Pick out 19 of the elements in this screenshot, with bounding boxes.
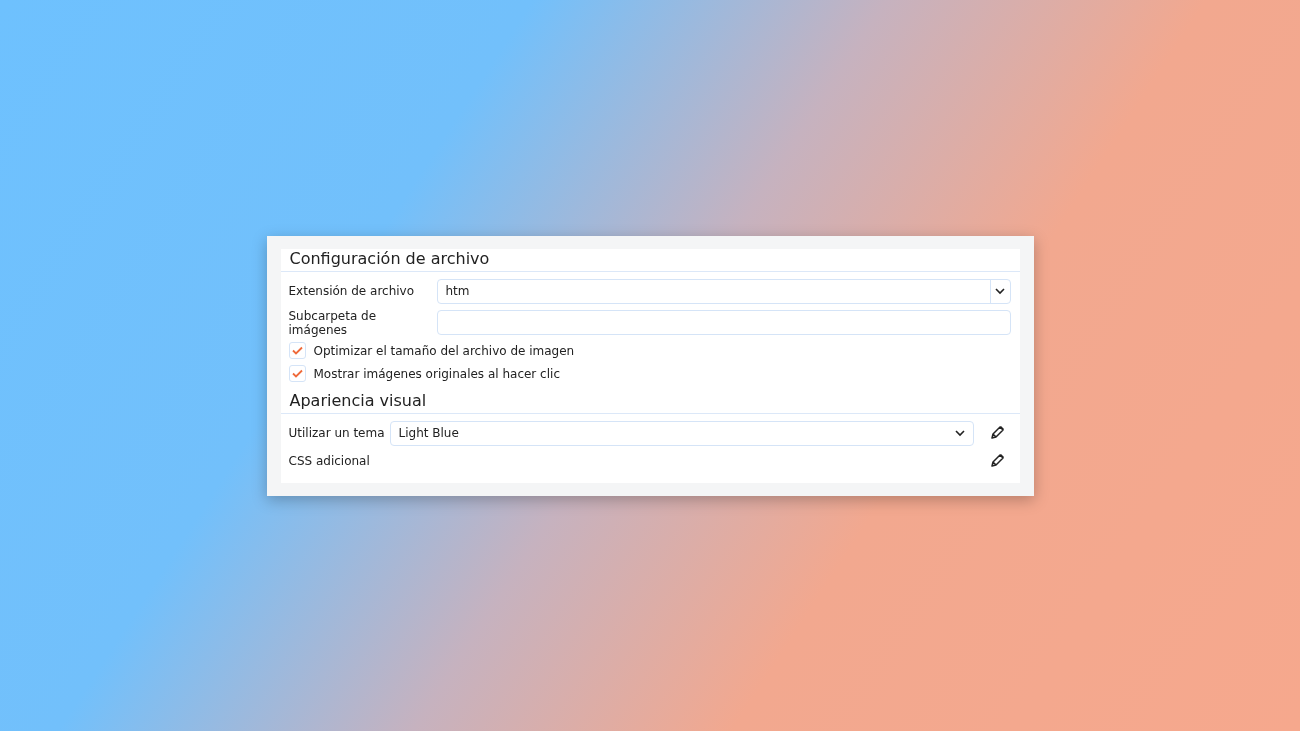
- field-label: Utilizar un tema: [288, 426, 386, 440]
- chevron-down-icon: [995, 287, 1005, 295]
- theme-dropdown[interactable]: Light Blue: [389, 420, 974, 446]
- checkbox-label: Optimizar el tamaño del archivo de imagen: [313, 343, 575, 358]
- checkbox[interactable]: [288, 365, 306, 382]
- extension-dropdown[interactable]: htm: [436, 278, 1011, 304]
- chevron-down-icon: [954, 429, 965, 437]
- checkbox-label: Mostrar imágenes originales al hacer clic: [313, 366, 560, 381]
- checkmark-icon: [291, 369, 303, 378]
- checkmark-icon: [291, 346, 303, 355]
- field-label: Extensión de archivo: [288, 284, 416, 298]
- section-title: Configuración de archivo: [280, 248, 1020, 272]
- checkbox[interactable]: [288, 342, 306, 359]
- pencil-icon[interactable]: [988, 425, 1005, 441]
- section-title: Apariencia visual: [280, 390, 1020, 414]
- input-field[interactable]: [436, 310, 1011, 335]
- field-label: Subcarpeta de imágenes: [288, 308, 378, 337]
- field-label: CSS adicional: [288, 453, 371, 468]
- pencil-icon[interactable]: [988, 452, 1005, 469]
